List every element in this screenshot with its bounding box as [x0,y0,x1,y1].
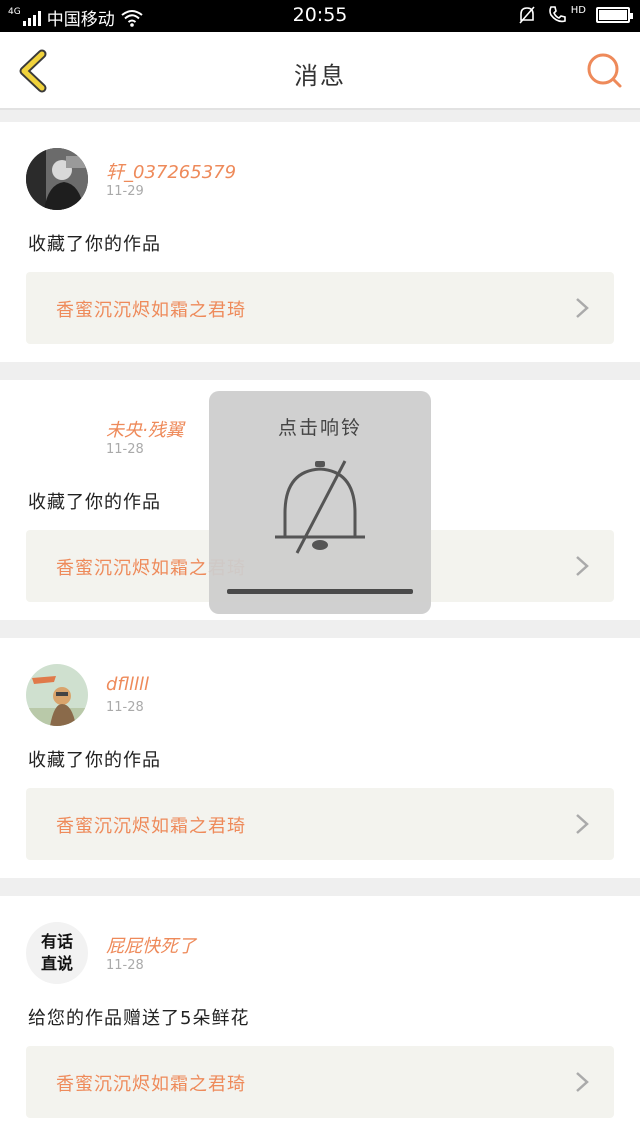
avatar[interactable]: 有话 直说 [26,922,88,984]
status-bar: 4G 中国移动 20:55 HD [0,0,640,32]
work-title: 香蜜沉沉烬如霜之君琦 [56,300,246,321]
message-date: 11-29 [106,184,144,199]
app-header: 消息 [0,32,640,110]
message-action: 收藏了你的作品 [28,492,161,513]
bell-muted-icon [275,460,365,554]
message-card: dflllll 11-28 收藏了你的作品 香蜜沉沉烬如霜之君琦 [0,638,640,878]
message-action: 给您的作品赠送了5朵鲜花 [28,1008,250,1029]
message-action: 收藏了你的作品 [28,750,161,771]
avatar[interactable] [26,148,88,210]
chevron-right-icon [576,1072,589,1092]
ringer-toast[interactable]: 点击响铃 [209,391,431,614]
call-hd-icon [548,6,566,23]
work-link[interactable]: 香蜜沉沉烬如霜之君琦 [26,272,614,344]
volume-bar[interactable] [227,589,413,594]
work-link[interactable]: 香蜜沉沉烬如霜之君琦 [26,788,614,860]
avatar-text-line: 直说 [40,954,73,973]
message-date: 11-28 [106,700,144,715]
chevron-right-icon [576,814,589,834]
page-title: 消息 [294,62,346,90]
toast-label: 点击响铃 [277,417,362,439]
username[interactable]: 未央·残翼 [106,416,184,442]
message-card: 轩_037265379 11-29 收藏了你的作品 香蜜沉沉烬如霜之君琦 [0,122,640,362]
username[interactable]: dflllll [106,674,149,695]
search-icon[interactable] [584,50,626,92]
work-link[interactable]: 香蜜沉沉烬如霜之君琦 [26,1046,614,1118]
hd-label: HD [570,4,586,16]
mute-bell-icon [519,6,535,24]
avatar-text-line: 有话 [40,932,73,951]
username[interactable]: 轩_037265379 [106,158,236,184]
chevron-right-icon [576,556,589,576]
avatar[interactable] [26,664,88,726]
message-card: 有话 直说 屁屁快死了 11-28 给您的作品赠送了5朵鲜花 香蜜沉沉烬如霜之君… [0,896,640,1138]
chevron-right-icon [576,298,589,318]
username[interactable]: 屁屁快死了 [106,932,196,958]
message-action: 收藏了你的作品 [28,234,161,255]
message-date: 11-28 [106,958,144,973]
message-date: 11-28 [106,442,144,457]
work-title: 香蜜沉沉烬如霜之君琦 [56,816,246,837]
work-title: 香蜜沉沉烬如霜之君琦 [56,1074,246,1095]
battery-icon [596,7,633,23]
